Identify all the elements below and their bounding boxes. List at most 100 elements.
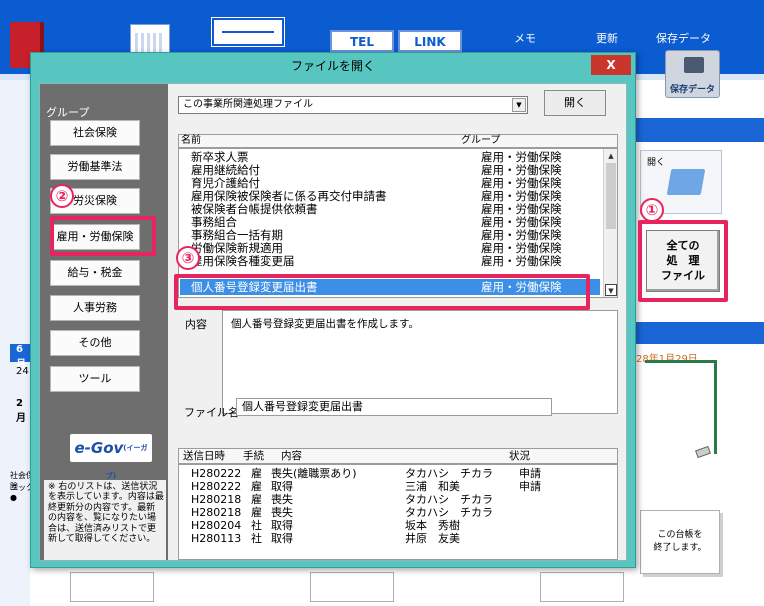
- file-name: 事務組合一括有期: [191, 228, 283, 242]
- dialog-body: グループ 社会保険 労働基準法 労災保険 雇用・労働保険 給与・税金 人事労務 …: [39, 83, 627, 561]
- group-tools[interactable]: ツール: [50, 366, 140, 392]
- highlight-employment-group: [50, 216, 156, 256]
- file-list-header: 名前 グループ: [178, 134, 618, 148]
- bottom-card[interactable]: [310, 572, 394, 602]
- tel-button[interactable]: TEL: [330, 30, 394, 52]
- group-label: グループ: [46, 106, 90, 119]
- close-ledger-button[interactable]: この台帳を 終了します。: [640, 510, 720, 574]
- table-row[interactable]: H280113 社 取得 井原 友美: [191, 532, 611, 545]
- file-name: 労働保険新規適用: [191, 241, 283, 255]
- link-button[interactable]: LINK: [398, 30, 462, 52]
- column-content[interactable]: 内容: [281, 449, 302, 463]
- highlight-selected-file: [174, 274, 590, 310]
- history-date: H280113: [191, 532, 242, 545]
- history-person: タカハシ チカラ: [405, 493, 493, 506]
- close-button[interactable]: X: [591, 55, 631, 75]
- history-procedure: 社: [251, 519, 262, 532]
- left-panel: [0, 80, 30, 606]
- history-person: 坂本 秀樹: [405, 519, 460, 532]
- scroll-down-icon[interactable]: ▼: [605, 284, 617, 296]
- file-group: 雇用・労働保険: [481, 254, 562, 268]
- saved-data-button[interactable]: 保存データ: [665, 50, 720, 98]
- highlight-all-files: [638, 220, 728, 302]
- history-content: 取得: [271, 480, 293, 493]
- column-procedure[interactable]: 手続: [243, 449, 264, 463]
- history-content: 喪失: [271, 493, 293, 506]
- column-status[interactable]: 状況: [509, 449, 530, 463]
- list-item[interactable]: 雇用保険各種変更届 雇用・労働保険: [191, 255, 601, 268]
- bottom-card[interactable]: [540, 572, 624, 602]
- history-content: 取得: [271, 519, 293, 532]
- bottom-card[interactable]: [70, 572, 154, 602]
- open-button[interactable]: 開く: [544, 90, 606, 116]
- group-social-insurance[interactable]: 社会保険: [50, 120, 140, 146]
- memo-label[interactable]: メモ: [514, 30, 536, 46]
- group-salary-tax[interactable]: 給与・税金: [50, 260, 140, 286]
- history-procedure: 雇: [251, 467, 262, 480]
- history-procedure: 雇: [251, 493, 262, 506]
- file-category-select[interactable]: この事業所関連処理ファイル ▼: [178, 96, 528, 114]
- open-card-label: 開く: [647, 158, 666, 168]
- left-value: 24: [16, 366, 29, 377]
- filename-field[interactable]: 個人番号登録変更届出書: [236, 398, 552, 416]
- history-procedure: 社: [251, 532, 262, 545]
- egov-logo[interactable]: e-Gov(イーガブ): [70, 434, 152, 480]
- table-row[interactable]: H280222 雇 喪失(離職票あり) タカハシ チカラ 申請: [191, 467, 611, 480]
- saved-data-label[interactable]: 保存データ: [656, 30, 711, 46]
- left-month-2: 2月: [16, 398, 26, 424]
- filename-label: ファイル名: [184, 406, 239, 419]
- history-person: タカハシ チカラ: [405, 467, 493, 480]
- scroll-up-icon[interactable]: ▲: [605, 150, 617, 162]
- file-list-scrollbar[interactable]: ▲ ▼: [603, 149, 617, 297]
- chevron-down-icon[interactable]: ▼: [512, 98, 526, 112]
- swap-arrows-icon[interactable]: [211, 17, 285, 47]
- history-header: 送信日時 手続 内容 状況: [178, 448, 618, 464]
- file-name: 被保険者台帳提供依頼書: [191, 202, 318, 216]
- open-file-dialog: ファイルを開く X グループ 社会保険 労働基準法 労災保険 雇用・労働保険 給…: [30, 52, 636, 568]
- column-group[interactable]: グループ: [461, 135, 500, 147]
- ledger-line-1: この台帳を: [657, 530, 703, 540]
- history-date: H280204: [191, 519, 242, 532]
- history-content: 喪失(離職票あり): [271, 467, 357, 480]
- history-status: 申請: [519, 467, 541, 480]
- group-other[interactable]: その他: [50, 330, 140, 356]
- file-name: 雇用継続給付: [191, 163, 260, 177]
- step-1-badge: ①: [640, 198, 664, 222]
- history-date: H280218: [191, 506, 242, 519]
- history-person: タカハシ チカラ: [405, 506, 493, 519]
- file-name: 育児介護給付: [191, 176, 260, 190]
- history-procedure: 雇: [251, 506, 262, 519]
- column-date[interactable]: 送信日時: [183, 449, 225, 463]
- history-date: H280222: [191, 480, 242, 493]
- history-date: H280218: [191, 493, 242, 506]
- status-note: ※ 右のリストは、送信状況を表示しています。内容は最終更新分の内容です。最新の内…: [44, 480, 166, 560]
- folder-icon: [666, 169, 706, 195]
- scroll-thumb[interactable]: [606, 163, 616, 229]
- history-content: 取得: [271, 532, 293, 545]
- egov-text: e-Gov: [74, 439, 124, 457]
- green-frame: [645, 360, 717, 454]
- group-hr[interactable]: 人事労務: [50, 295, 140, 321]
- file-name: 新卒求人票: [191, 150, 249, 164]
- group-labor-standards[interactable]: 労働基準法: [50, 154, 140, 180]
- table-row[interactable]: H280218 雇 喪失 タカハシ チカラ: [191, 493, 611, 506]
- table-row[interactable]: H280218 雇 喪失 タカハシ チカラ: [191, 506, 611, 519]
- toolbox-icon: [684, 57, 704, 73]
- history-list[interactable]: H280222 雇 喪失(離職票あり) タカハシ チカラ 申請 H280222 …: [178, 464, 618, 560]
- update-label[interactable]: 更新: [596, 30, 618, 46]
- history-content: 喪失: [271, 506, 293, 519]
- ledger-line-2: 終了します。: [653, 543, 707, 553]
- table-row[interactable]: H280222 雇 取得 三浦 和美 申請: [191, 480, 611, 493]
- history-person: 三浦 和美: [405, 480, 460, 493]
- column-name[interactable]: 名前: [181, 135, 201, 147]
- history-date: H280222: [191, 467, 242, 480]
- dialog-title: ファイルを開く: [31, 53, 635, 79]
- right-panel-header-2: [632, 322, 764, 344]
- right-panel-header: [632, 118, 764, 142]
- left-month-header: 6月: [10, 344, 30, 370]
- file-name: 事務組合: [191, 215, 237, 229]
- table-row[interactable]: H280204 社 取得 坂本 秀樹: [191, 519, 611, 532]
- history-person: 井原 友美: [405, 532, 460, 545]
- file-category-value: この事業所関連処理ファイル: [183, 99, 313, 110]
- description-label: 内容: [185, 318, 207, 331]
